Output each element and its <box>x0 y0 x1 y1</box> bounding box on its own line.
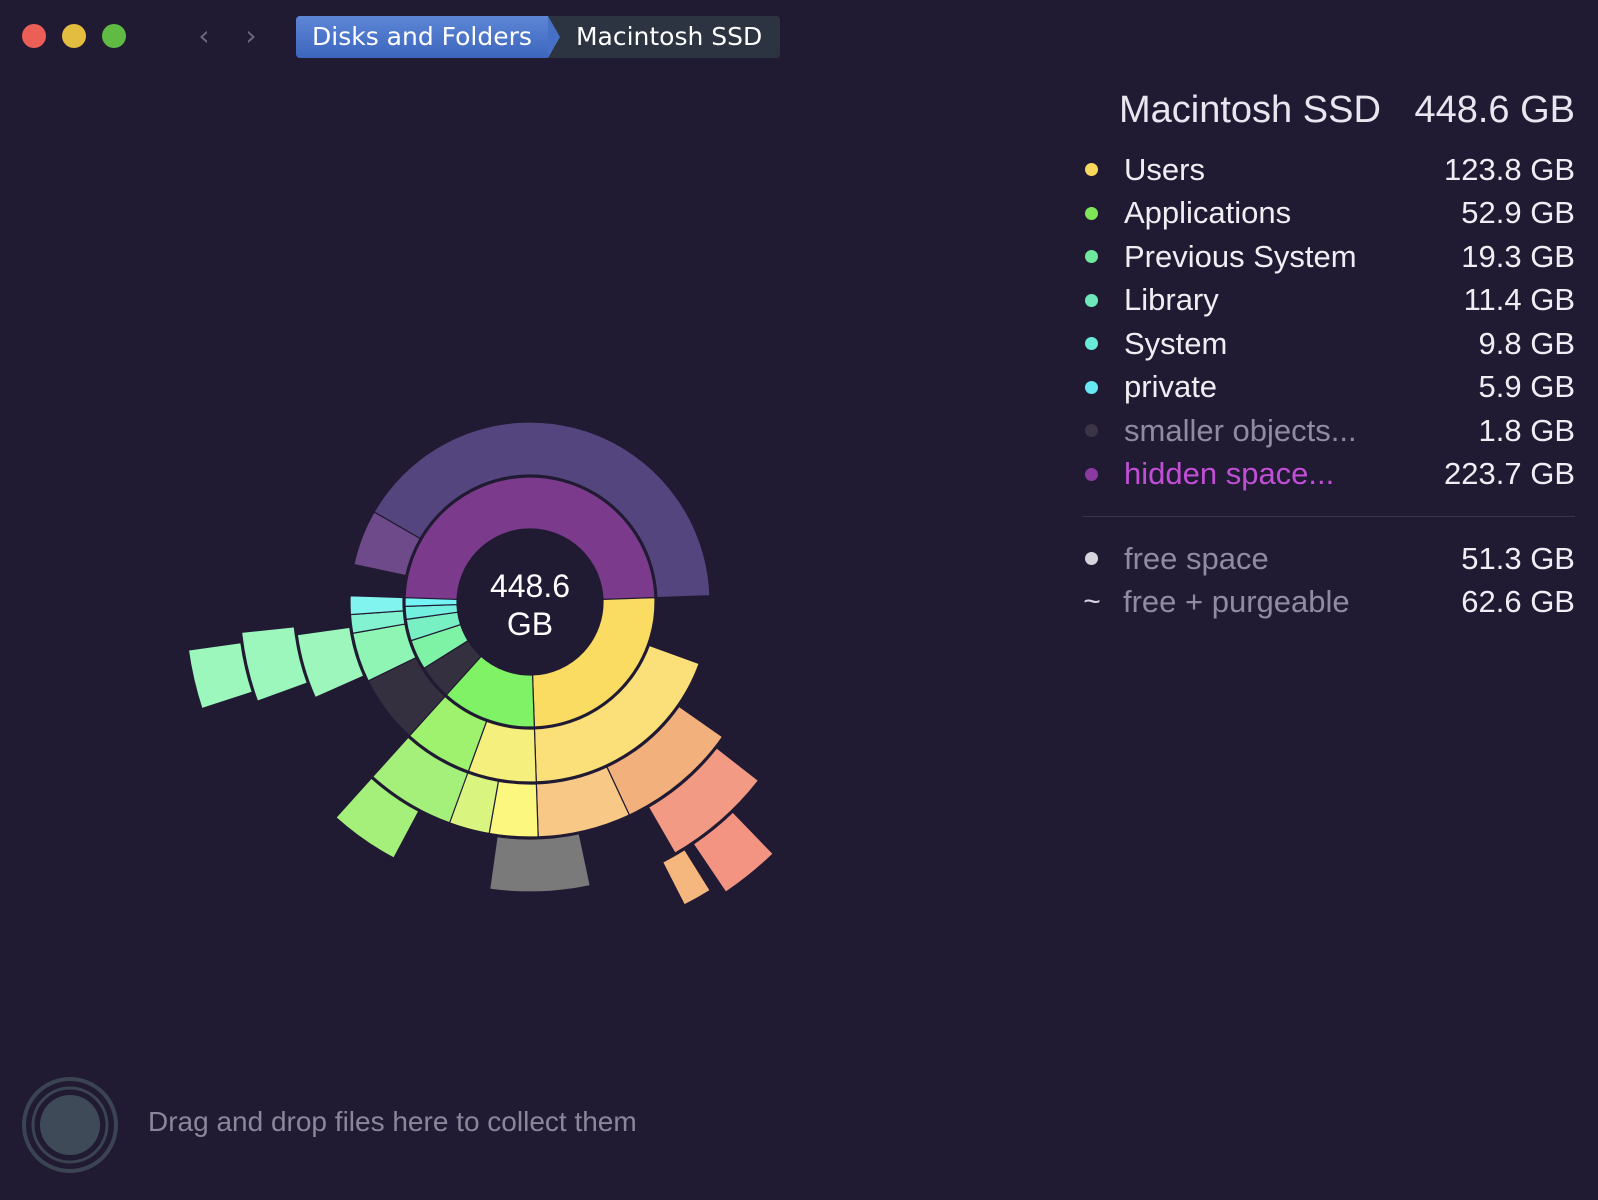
private-segment[interactable] <box>404 597 458 607</box>
color-dot-icon <box>1085 337 1098 351</box>
legend-item-size: 5.9 GB <box>1478 369 1576 405</box>
free-space-label: free space <box>1124 540 1269 576</box>
sunburst-chart: 448.6 GB <box>187 421 774 906</box>
color-dot-icon <box>1085 424 1098 438</box>
legend-list: Users 123.8 GB Applications 52.9 GB Prev… <box>1080 148 1575 496</box>
legend-item-label: Library <box>1124 282 1219 318</box>
legend-item-size: 52.9 GB <box>1461 195 1575 231</box>
sunburst-segments <box>187 421 774 906</box>
previous-system-deepest-segment[interactable] <box>187 641 254 710</box>
color-dot-icon <box>1085 293 1098 307</box>
legend-item-applications[interactable]: Applications 52.9 GB <box>1080 192 1575 236</box>
center-size-unit: GB <box>507 606 553 642</box>
users-gray-segment[interactable] <box>488 833 592 893</box>
legend-item-size: 19.3 GB <box>1461 238 1575 274</box>
legend-item-label: Users <box>1124 151 1205 187</box>
color-dot-icon <box>1085 467 1098 481</box>
legend-item-size: 1.8 GB <box>1478 412 1576 448</box>
purgeable-space-row: ~ free + purgeable 62.6 GB <box>1080 581 1575 625</box>
legend-item-hidden-space[interactable]: hidden space... 223.7 GB <box>1080 453 1575 497</box>
legend-item-smaller-objects[interactable]: smaller objects... 1.8 GB <box>1080 409 1575 453</box>
system-sub-segment[interactable] <box>349 595 404 616</box>
legend-item-size: 9.8 GB <box>1478 325 1576 361</box>
legend-item-label: Previous System <box>1124 238 1357 274</box>
disk-name: Macintosh SSD <box>1119 88 1381 131</box>
collector-icon[interactable] <box>20 1075 120 1175</box>
legend-item-users[interactable]: Users 123.8 GB <box>1080 148 1575 192</box>
legend-item-label: smaller objects... <box>1124 412 1357 448</box>
legend-item-private[interactable]: private 5.9 GB <box>1080 366 1575 410</box>
legend-panel: Macintosh SSD 448.6 GB Users 123.8 GB Ap… <box>1080 82 1575 624</box>
divider <box>1083 516 1575 517</box>
app-window: ‹ › Disks and Folders Macintosh SSD 448.… <box>0 0 1598 1200</box>
tilde-icon: ~ <box>1083 585 1101 619</box>
legend-item-library[interactable]: Library 11.4 GB <box>1080 279 1575 323</box>
legend-item-size: 123.8 GB <box>1444 151 1575 187</box>
legend-item-label: private <box>1124 369 1218 405</box>
purgeable-space-size: 62.6 GB <box>1461 584 1575 620</box>
panel-header: Macintosh SSD 448.6 GB <box>1080 82 1575 138</box>
color-dot-icon <box>1085 552 1098 566</box>
legend-item-size: 11.4 GB <box>1463 282 1575 318</box>
legend-item-label: Applications <box>1124 195 1292 231</box>
legend-item-label: hidden space... <box>1124 456 1335 492</box>
legend-item-system[interactable]: System 9.8 GB <box>1080 322 1575 366</box>
free-space-row: free space 51.3 GB <box>1080 537 1575 581</box>
legend-item-size: 223.7 GB <box>1444 456 1575 492</box>
free-space-size: 51.3 GB <box>1461 540 1575 576</box>
color-dot-icon <box>1085 380 1098 394</box>
color-dot-icon <box>1085 163 1098 177</box>
drop-hint: Drag and drop files here to collect them <box>148 1106 637 1137</box>
purgeable-space-label: free + purgeable <box>1123 584 1350 620</box>
color-dot-icon <box>1085 250 1098 264</box>
legend-item-label: System <box>1124 325 1228 361</box>
legend-item-previous-system[interactable]: Previous System 19.3 GB <box>1080 235 1575 279</box>
color-dot-icon <box>1085 206 1098 220</box>
center-size-value: 448.6 <box>490 568 570 604</box>
disk-total-size: 448.6 GB <box>1414 88 1575 131</box>
